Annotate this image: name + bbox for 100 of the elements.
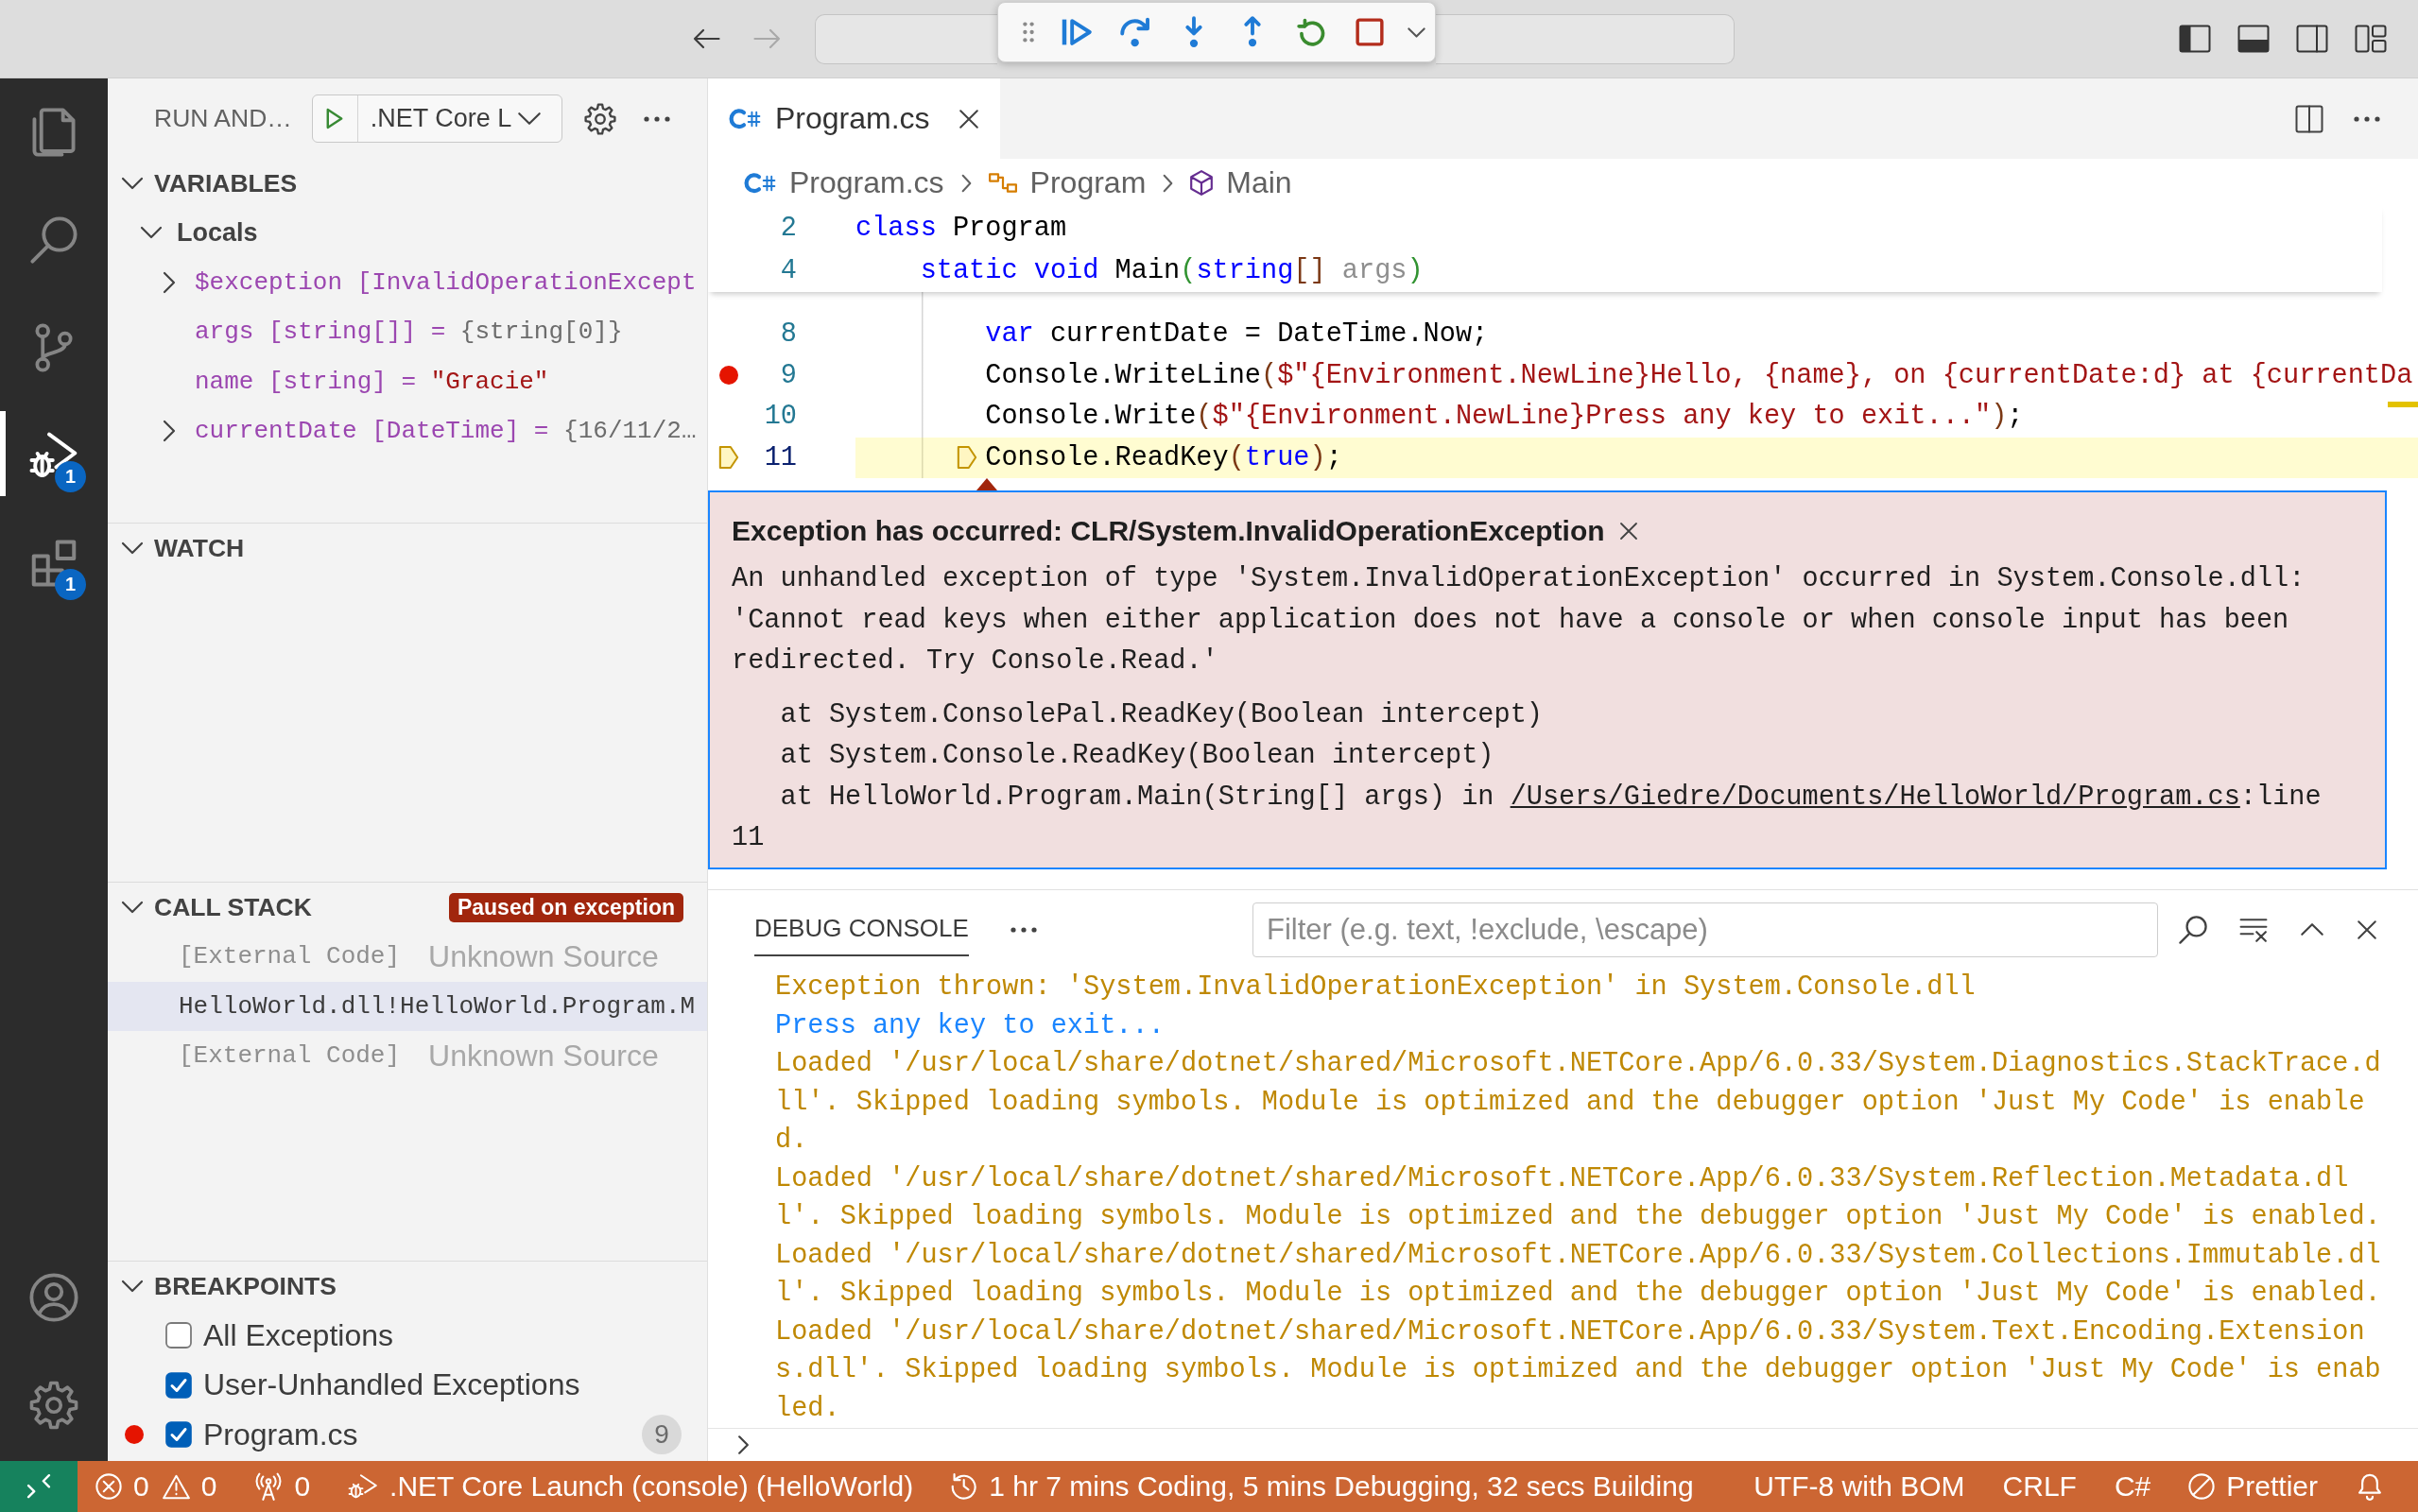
section-header[interactable]: VARIABLES bbox=[121, 168, 298, 198]
chevron-down-icon[interactable] bbox=[140, 226, 163, 240]
filter-field[interactable]: Filter (e.g. text, !exclude, \escape) bbox=[1252, 902, 2158, 957]
more-icon[interactable] bbox=[2354, 115, 2380, 122]
section-header[interactable]: BREAKPOINTS bbox=[121, 1271, 337, 1301]
stack-frame-row[interactable]: [External Code] Unknown Source bbox=[108, 1031, 707, 1081]
split-editor-icon[interactable] bbox=[2295, 104, 2323, 133]
chevron-right-icon[interactable] bbox=[163, 420, 176, 443]
code-line: Console.Write($"{Environment.NewLine}Press any key to exit..."); bbox=[985, 401, 2024, 433]
breakpoint-label: Program.cs bbox=[203, 1417, 358, 1452]
command-center-field[interactable] bbox=[1436, 13, 1735, 64]
panel-right-icon[interactable] bbox=[2296, 25, 2328, 53]
exception-message: An unhandled exception of type 'System.InvalidOperationException' occurred in System.Console.dll: 'Cannot read keys when either application does not have a console or when console input has been redirected. Try Console.Read.' bbox=[732, 562, 2306, 679]
chevron-right-icon bbox=[960, 173, 972, 193]
account-icon[interactable] bbox=[29, 1273, 78, 1322]
code-line: Console.WriteLine($"{Environment.NewLine}Hello, {name}, on {currentDate:d} at {currentDa bbox=[985, 359, 2413, 391]
launch-config-status[interactable]: .NET Core Launch (console) (HelloWorld) bbox=[348, 1470, 914, 1503]
variable-entry[interactable]: name [string] = "Gracie" bbox=[195, 367, 549, 396]
console-output-line: Loaded '/usr/local/share/dotnet/shared/Microsoft.NETCore.App/6.0.33/System.Reflection.Metadata.dll'. Skipped loading symbols. Module is optimized and the debugger option 'Just My Code' is enabled. bbox=[775, 1161, 2382, 1234]
bell-icon[interactable] bbox=[2358, 1472, 2382, 1501]
chevron-down-icon bbox=[517, 112, 543, 126]
count-badge: 1 bbox=[55, 569, 86, 600]
close-icon[interactable] bbox=[959, 108, 979, 129]
arrow-left-icon[interactable] bbox=[693, 28, 720, 49]
caret-down-icon[interactable] bbox=[1407, 26, 1425, 38]
section-header[interactable]: WATCH bbox=[121, 533, 245, 563]
gear-icon[interactable] bbox=[583, 102, 616, 135]
chevron-down-icon[interactable] bbox=[121, 541, 144, 555]
continue-icon[interactable] bbox=[1062, 18, 1092, 46]
line-number: 11 bbox=[763, 441, 797, 473]
console-output-line: Loaded '/usr/local/share/dotnet/shared/Microsoft.NETCore.App/6.0.33/System.Diagnostics.StackTrace.dll'. Skipped loading symbols. Module is optimized and the debugger option 'Just My Code' is enabled. bbox=[775, 1047, 2382, 1158]
chevron-down-icon[interactable] bbox=[121, 177, 144, 190]
section-header[interactable]: CALL STACK bbox=[121, 892, 312, 922]
formatter-status[interactable]: Prettier bbox=[2188, 1470, 2318, 1503]
language-status[interactable]: C# bbox=[2114, 1470, 2151, 1503]
clear-list-icon[interactable] bbox=[2239, 916, 2268, 943]
circle-slash-icon bbox=[2188, 1473, 2216, 1500]
chevron-up-icon[interactable] bbox=[2300, 922, 2324, 936]
stack-trace-line: at System.Console.ReadKey(Boolean intercept) bbox=[779, 739, 1495, 773]
code-line: class Program bbox=[855, 213, 1067, 244]
editor-tab[interactable]: Program.cs bbox=[708, 78, 1000, 159]
step-over-icon[interactable] bbox=[1120, 17, 1150, 47]
console-output-line: Press any key to exit... bbox=[775, 1008, 1166, 1043]
breadcrumb[interactable]: Main bbox=[1190, 165, 1292, 200]
variable-entry[interactable]: $exception [InvalidOperationExcept bbox=[195, 267, 697, 297]
scope-header[interactable]: Locals bbox=[140, 217, 258, 248]
close-icon[interactable] bbox=[2357, 919, 2377, 940]
cube-icon bbox=[1190, 170, 1214, 196]
more-icon[interactable] bbox=[1010, 926, 1037, 933]
ports-status[interactable]: 0 bbox=[254, 1470, 311, 1503]
checkbox[interactable] bbox=[165, 1322, 192, 1349]
csharp-icon bbox=[729, 108, 761, 129]
breadcrumb[interactable]: Program bbox=[988, 165, 1147, 200]
variable-entry[interactable]: currentDate [DateTime] = {16/11/2… bbox=[195, 417, 697, 446]
config-dropdown[interactable]: .NET Core L bbox=[357, 95, 561, 142]
scrollbar-marker bbox=[2388, 402, 2418, 407]
restart-icon[interactable] bbox=[1296, 17, 1326, 47]
exception-title: Exception has occurred: CLR/System.InvalidOperationException bbox=[732, 514, 1605, 547]
close-icon[interactable] bbox=[1618, 521, 1638, 541]
chevron-down-icon[interactable] bbox=[121, 1280, 144, 1293]
panel-bottom-icon[interactable] bbox=[2237, 25, 2270, 53]
activity-button[interactable]: 1 bbox=[0, 509, 108, 617]
search-icon[interactable] bbox=[2179, 915, 2207, 944]
layout-icon[interactable] bbox=[2355, 25, 2387, 53]
encoding-status[interactable]: UTF-8 with BOM bbox=[1753, 1470, 1965, 1503]
stack-trace-line: at System.ConsolePal.ReadKey(Boolean intercept) bbox=[779, 697, 1544, 732]
breadcrumb[interactable]: Program.cs bbox=[744, 165, 944, 200]
time-tracker-status[interactable]: 1 hr 7 mins Coding, 5 mins Debugging, 32 secs Building bbox=[951, 1470, 1694, 1503]
step-out-icon[interactable] bbox=[1244, 16, 1261, 48]
stack-frame-row[interactable]: HelloWorld.dll!HelloWorld.Program.M bbox=[108, 981, 707, 1031]
count-badge: 1 bbox=[55, 461, 86, 492]
line-number-badge: 9 bbox=[642, 1415, 682, 1455]
stop-icon[interactable] bbox=[1356, 18, 1384, 46]
antenna-icon bbox=[254, 1472, 284, 1501]
more-icon[interactable] bbox=[643, 115, 670, 122]
checkbox[interactable] bbox=[165, 1421, 192, 1449]
errors-status[interactable]: 0 bbox=[95, 1470, 149, 1503]
code-line: static void Main(string[] args) bbox=[920, 255, 1424, 286]
stack-frame-row[interactable]: [External Code] Unknown Source bbox=[108, 932, 707, 982]
panel-left-icon[interactable] bbox=[2179, 25, 2211, 53]
activity-button[interactable]: 1 bbox=[0, 402, 108, 509]
chevron-right-icon bbox=[1163, 173, 1174, 193]
chevron-right-icon[interactable] bbox=[163, 270, 176, 294]
chevron-down-icon[interactable] bbox=[121, 901, 144, 914]
csharp-icon bbox=[744, 172, 776, 194]
checkbox[interactable] bbox=[165, 1371, 192, 1399]
remote-icon bbox=[26, 1474, 51, 1499]
class-icon bbox=[988, 173, 1017, 193]
command-center-field[interactable] bbox=[815, 13, 997, 64]
variable-entry[interactable]: args [string[]] = {string[0]} bbox=[195, 318, 623, 347]
play-icon bbox=[325, 107, 345, 130]
file-link[interactable]: /Users/Giedre/Documents/HelloWorld/Program.cs bbox=[1510, 781, 2240, 813]
drag-handle-icon bbox=[1023, 22, 1034, 43]
error-icon bbox=[95, 1473, 122, 1500]
settings-icon[interactable] bbox=[29, 1381, 78, 1430]
step-into-icon[interactable] bbox=[1185, 16, 1202, 48]
line-ending-status[interactable]: CRLF bbox=[2002, 1470, 2077, 1503]
frame-source: Unknown Source bbox=[428, 1038, 659, 1074]
panel-tab[interactable]: DEBUG CONSOLE bbox=[754, 902, 969, 956]
warnings-status[interactable]: 0 bbox=[162, 1470, 217, 1503]
